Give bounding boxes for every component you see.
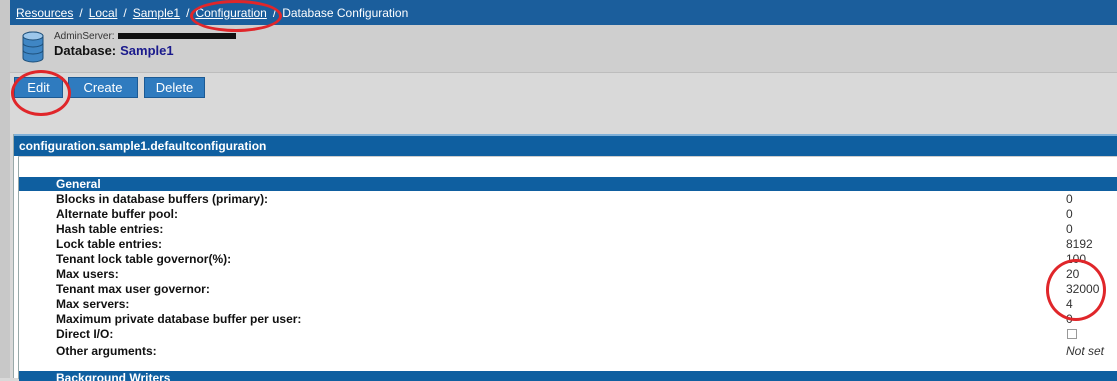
row-label: Blocks in database buffers (primary): (56, 192, 269, 206)
row-label: Max users: (56, 267, 119, 281)
row-value: Not set (1066, 344, 1105, 358)
row-label: Direct I/O: (56, 327, 114, 341)
breadcrumb-separator: / (272, 5, 277, 20)
row-tenant-lock-table-governor: Tenant lock table governor(%): 100 (56, 252, 1117, 267)
breadcrumb-separator: / (79, 5, 83, 20)
row-label: Max servers: (56, 297, 130, 311)
database-icon (22, 31, 44, 63)
database-label: Database: (54, 43, 117, 58)
section-general-header: General (19, 177, 1117, 191)
database-name: Sample1 (120, 43, 174, 58)
row-value: 0 (1066, 222, 1073, 236)
row-label: Tenant lock table governor(%): (56, 252, 232, 266)
breadcrumb: Resources / Local / Sample1 / Configurat… (10, 0, 1117, 25)
left-gutter (0, 0, 10, 378)
direct-io-checkbox[interactable] (1067, 329, 1077, 339)
row-other-arguments: Other arguments: Not set (56, 344, 1117, 359)
panel-title: configuration.sample1.defaultconfigurati… (14, 134, 1117, 156)
row-lock-table-entries: Lock table entries: 8192 (56, 237, 1117, 252)
breadcrumb-sample1-link[interactable]: Sample1 (133, 6, 180, 20)
row-value: 0 (1066, 207, 1073, 221)
toolbar: Edit Create Delete (10, 73, 1117, 133)
row-max-private-buffer-per-user: Maximum private database buffer per user… (56, 312, 1117, 327)
row-label: Hash table entries: (56, 222, 164, 236)
server-label: AdminServer: (54, 31, 115, 42)
breadcrumb-separator: / (123, 5, 127, 20)
server-name-redacted (117, 33, 236, 40)
general-section: General Blocks in database buffers (prim… (18, 156, 1117, 381)
row-direct-io: Direct I/O: (56, 327, 1117, 342)
row-max-users: Max users: 20 (56, 267, 1117, 282)
row-value: 32000 (1066, 282, 1100, 296)
row-label: Lock table entries: (56, 237, 163, 251)
row-value: 0 (1066, 312, 1073, 326)
row-max-servers: Max servers: 4 (56, 297, 1117, 312)
row-value: 4 (1066, 297, 1073, 311)
configuration-panel: configuration.sample1.defaultconfigurati… (13, 134, 1117, 381)
row-label: Alternate buffer pool: (56, 207, 178, 221)
row-blocks-in-database-buffers: Blocks in database buffers (primary): 0 (56, 192, 1117, 207)
breadcrumb-current: Database Configuration (282, 5, 409, 20)
delete-button[interactable]: Delete (144, 77, 205, 98)
page-header: AdminServer: Database: Sample1 (10, 25, 1117, 73)
row-alternate-buffer-pool: Alternate buffer pool: 0 (56, 207, 1117, 222)
create-button[interactable]: Create (68, 77, 138, 98)
row-label: Maximum private database buffer per user… (56, 312, 302, 326)
breadcrumb-separator: / (186, 5, 190, 20)
breadcrumb-resources-link[interactable]: Resources (16, 6, 73, 20)
row-label: Tenant max user governor: (56, 282, 210, 296)
row-value: 0 (1066, 192, 1073, 206)
row-value: 8192 (1066, 237, 1093, 251)
row-value: 20 (1066, 267, 1080, 281)
row-tenant-max-user-governor: Tenant max user governor: 32000 (56, 282, 1117, 297)
server-line: AdminServer: (54, 31, 236, 42)
section-background-writers-header: Background Writers (19, 371, 1117, 381)
edit-button[interactable]: Edit (14, 77, 63, 98)
row-value: 100 (1066, 252, 1087, 266)
database-line: Database: Sample1 (54, 43, 174, 58)
row-label: Other arguments: (56, 344, 157, 358)
breadcrumb-configuration-link[interactable]: Configuration (195, 6, 266, 20)
row-hash-table-entries: Hash table entries: 0 (56, 222, 1117, 237)
breadcrumb-local-link[interactable]: Local (89, 6, 118, 20)
